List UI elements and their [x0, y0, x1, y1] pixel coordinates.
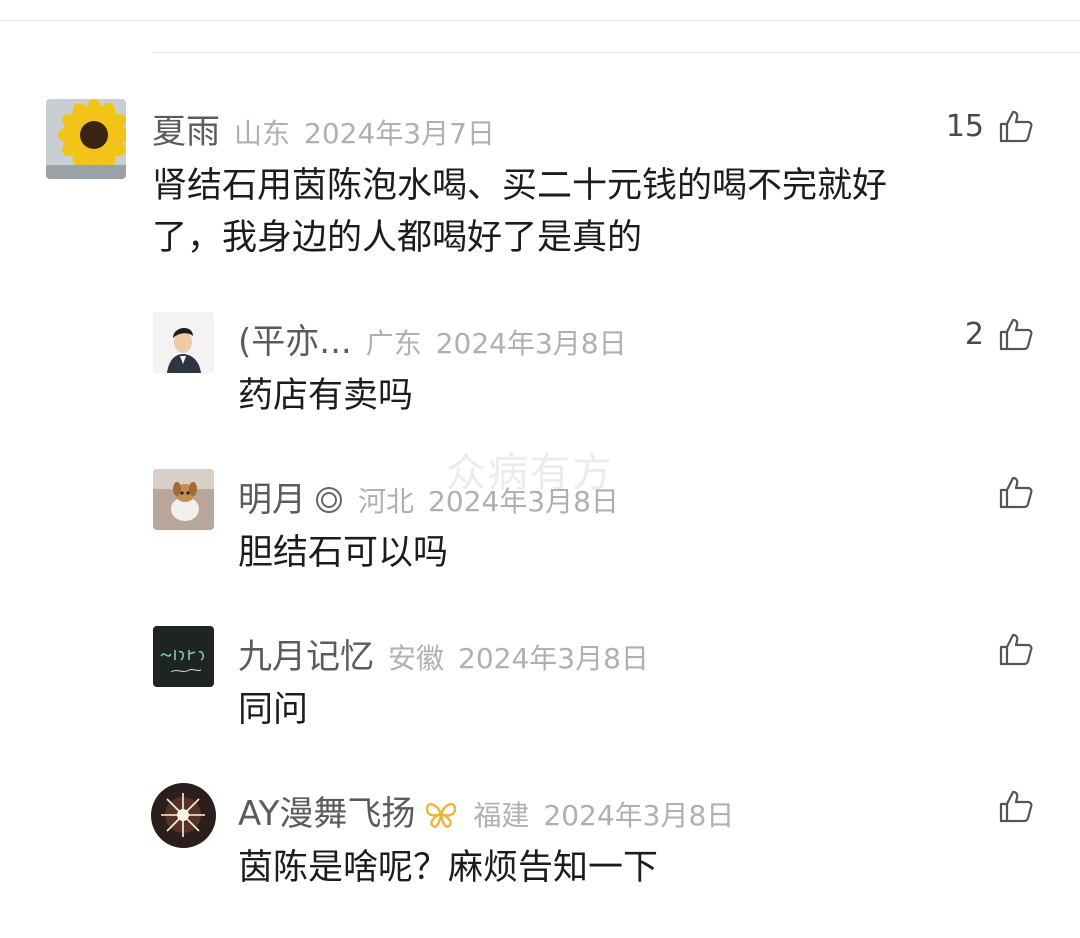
username[interactable]: 明月	[238, 472, 306, 521]
like-count: 15	[945, 108, 984, 144]
reply-text: 胆结石可以吗	[238, 533, 449, 573]
double-circle-icon	[314, 485, 344, 519]
like-button[interactable]	[998, 474, 1034, 510]
dog-avatar[interactable]	[153, 469, 214, 530]
comment-meta: 夏雨 山东 2024年3月7日	[152, 104, 495, 153]
date-label: 2024年3月8日	[428, 485, 619, 518]
like-button[interactable]	[998, 631, 1034, 667]
thumbs-up-icon	[999, 790, 1033, 823]
thumbs-up-icon	[999, 476, 1033, 509]
reply-text: 药店有卖吗	[238, 376, 414, 416]
thumbs-up-icon	[999, 633, 1033, 666]
comment-text-line: 了，我身边的人都喝好了是真的	[152, 218, 643, 258]
comment-text: 肾结石用茵陈泡水喝、买二十元钱的喝不完就好 了，我身边的人都喝好了是真的	[152, 160, 887, 264]
reply-text: 茵陈是啥呢？麻烦告知一下	[238, 848, 659, 888]
butterfly-icon	[423, 799, 459, 833]
top-divider	[0, 20, 1080, 21]
man-avatar[interactable]	[153, 312, 214, 373]
reply-text: 同问	[238, 690, 309, 730]
sparkle-avatar[interactable]	[151, 783, 216, 848]
comment-text-line: 肾结石用茵陈泡水喝、买二十元钱的喝不完就好	[152, 166, 888, 206]
date-label: 2024年3月8日	[435, 327, 627, 360]
username[interactable]: AY漫舞飞扬	[238, 786, 415, 835]
region-label: 山东	[234, 117, 291, 150]
like-count: 2	[964, 316, 984, 352]
thumbs-up-icon	[999, 110, 1033, 143]
date-label: 2024年3月8日	[458, 642, 649, 675]
username[interactable]: 夏雨	[152, 104, 220, 153]
thumbs-up-icon	[999, 318, 1033, 351]
chalkboard-avatar[interactable]	[153, 626, 214, 687]
region-label: 福建	[473, 799, 530, 832]
username[interactable]: 九月记忆	[238, 629, 374, 678]
reply-meta: (平亦... 广东 2024年3月8日	[238, 314, 627, 363]
reply-meta: 明月 河北 2024年3月8日	[238, 472, 619, 521]
date-label: 2024年3月7日	[304, 117, 495, 150]
date-label: 2024年3月8日	[543, 799, 735, 832]
reply-meta: AY漫舞飞扬 福建 2024年3月8日	[238, 786, 734, 835]
sunflower-avatar[interactable]	[46, 99, 126, 179]
like-button[interactable]: 15	[946, 108, 1034, 144]
like-button[interactable]: 2	[965, 316, 1034, 352]
region-label: 河北	[358, 485, 415, 518]
like-button[interactable]	[998, 788, 1034, 824]
region-label: 广东	[365, 327, 422, 360]
region-label: 安徽	[388, 642, 445, 675]
username[interactable]: (平亦...	[238, 314, 352, 363]
section-divider	[152, 52, 1080, 53]
reply-meta: 九月记忆 安徽 2024年3月8日	[238, 629, 649, 678]
